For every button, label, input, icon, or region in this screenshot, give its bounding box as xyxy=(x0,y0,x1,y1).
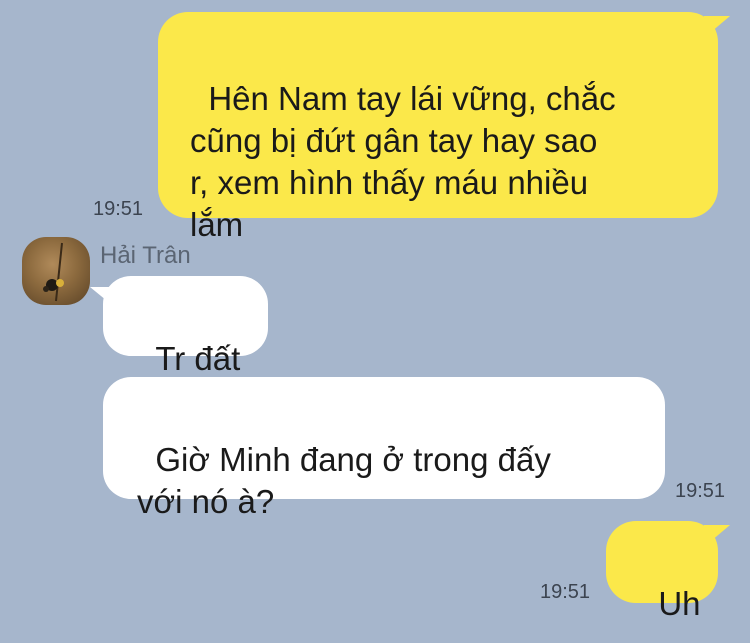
message-timestamp: 19:51 xyxy=(540,581,591,603)
message-text: Giờ Minh đang ở trong đấy với nó à? xyxy=(137,441,551,520)
message-timestamp: 19:51 xyxy=(93,198,144,220)
bubble-tail xyxy=(704,16,730,38)
incoming-message-bubble[interactable]: Giờ Minh đang ở trong đấy với nó à? xyxy=(103,377,665,520)
bubble-tail xyxy=(704,525,730,547)
outgoing-message-bubble[interactable]: Hên Nam tay lái vững, chắc cũng bị đứt g… xyxy=(158,12,718,243)
message-timestamp: 19:51 xyxy=(675,480,726,502)
avatar-image-icon xyxy=(43,242,64,302)
message-text: Hên Nam tay lái vững, chắc cũng bị đứt g… xyxy=(190,80,616,243)
incoming-message-bubble[interactable]: Tr đất xyxy=(103,276,268,377)
sender-avatar[interactable] xyxy=(22,237,90,305)
outgoing-message-bubble[interactable]: Uh xyxy=(606,521,718,622)
message-text: Tr đất xyxy=(155,340,241,377)
message-text: Uh xyxy=(658,585,701,622)
sender-name: Hải Trân xyxy=(100,242,191,269)
